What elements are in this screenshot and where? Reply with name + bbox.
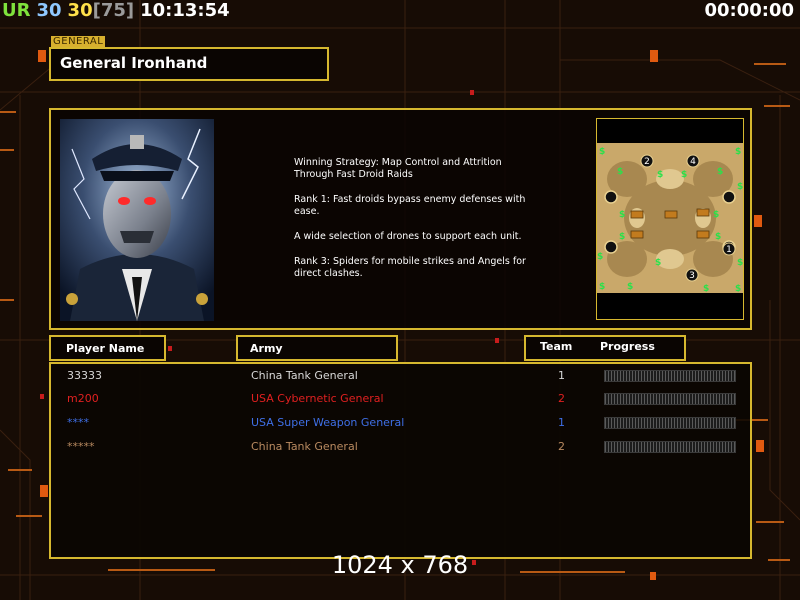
- player-list: 33333 China Tank General 1 m200 USA Cybe…: [49, 362, 752, 559]
- supply-marker: $: [715, 232, 721, 242]
- player-army: China Tank General: [251, 440, 358, 453]
- general-portrait: [60, 119, 214, 321]
- map-preview[interactable]: 2 4 1 3 $ $ $ $ $ $ $ $ $ $ $ $ $ $ $ $ …: [596, 118, 744, 320]
- header-label: Army: [250, 342, 283, 355]
- supply-marker: $: [703, 284, 709, 294]
- player-row[interactable]: 33333 China Tank General 1: [51, 365, 750, 387]
- header-label: Player Name: [66, 342, 145, 355]
- player-row[interactable]: ***** China Tank General 2: [51, 436, 750, 458]
- player-row[interactable]: **** USA Super Weapon General 1: [51, 412, 750, 434]
- header-army: Army: [236, 335, 398, 361]
- supply-marker: $: [657, 170, 663, 180]
- progress-bar: [604, 370, 736, 382]
- general-name: General Ironhand: [60, 54, 208, 72]
- supply-marker: $: [735, 284, 741, 294]
- description-line: A wide selection of drones to support ea…: [294, 230, 522, 242]
- progress-bar: [604, 417, 736, 429]
- player-team: 1: [558, 416, 565, 429]
- hud-stats: UR 30 30[75] 10:13:54: [2, 0, 230, 22]
- player-army: China Tank General: [251, 369, 358, 382]
- player-team: 1: [558, 369, 565, 382]
- player-name: m200: [67, 392, 99, 405]
- player-row[interactable]: m200 USA Cybernetic General 2: [51, 388, 750, 410]
- supply-marker: $: [627, 282, 633, 292]
- supply-marker: $: [617, 167, 623, 177]
- hud-label: UR: [2, 0, 31, 21]
- supply-marker: $: [597, 252, 603, 262]
- player-army: USA Super Weapon General: [251, 416, 405, 429]
- player-army: USA Cybernetic General: [251, 392, 384, 405]
- supply-marker: $: [655, 258, 661, 268]
- player-name: 33333: [67, 369, 102, 382]
- start-position: 3: [689, 271, 695, 281]
- description-line: Rank 3: Spiders for mobile strikes and A…: [294, 255, 526, 279]
- player-team: 2: [558, 392, 565, 405]
- start-position: 1: [726, 245, 732, 255]
- hud-clock: 10:13:54: [140, 0, 230, 21]
- general-title-box: General Ironhand: [49, 47, 329, 81]
- supply-marker: $: [619, 232, 625, 242]
- general-tag: GENERAL: [51, 36, 106, 47]
- description-line: Winning Strategy: Map Control and Attrit…: [294, 157, 502, 181]
- player-name: *****: [67, 440, 95, 453]
- hud-value-1: 30: [36, 0, 62, 21]
- supply-marker: $: [717, 167, 723, 177]
- header-player-name: Player Name: [49, 335, 166, 361]
- header-team-progress: Team Progress: [524, 335, 686, 361]
- header-label: Team: [540, 340, 573, 353]
- description-line: Rank 1: Fast droids bypass enemy defense…: [294, 193, 526, 218]
- hud-bracket: [75]: [92, 0, 135, 21]
- supply-marker: $: [735, 147, 741, 157]
- game-timer: 00:00:00: [704, 0, 794, 21]
- resolution-label: 1024 x 768: [331, 551, 469, 579]
- progress-bar: [604, 393, 736, 405]
- supply-marker: $: [681, 170, 687, 180]
- supply-marker: $: [737, 258, 743, 268]
- player-team: 2: [558, 440, 565, 453]
- supply-marker: $: [619, 210, 625, 220]
- general-info-panel: Winning Strategy: Map Control and Attrit…: [49, 108, 752, 330]
- start-position: 4: [690, 157, 696, 167]
- start-position: 2: [644, 157, 650, 167]
- supply-marker: $: [599, 147, 605, 157]
- header-label: Progress: [600, 340, 655, 353]
- supply-marker: $: [713, 210, 719, 220]
- player-name: ****: [67, 416, 89, 429]
- supply-marker: $: [737, 182, 743, 192]
- supply-marker: $: [599, 282, 605, 292]
- strategy-description: Winning Strategy: Map Control and Attrit…: [294, 157, 544, 293]
- hud-value-2: 30: [67, 0, 93, 21]
- progress-bar: [604, 441, 736, 453]
